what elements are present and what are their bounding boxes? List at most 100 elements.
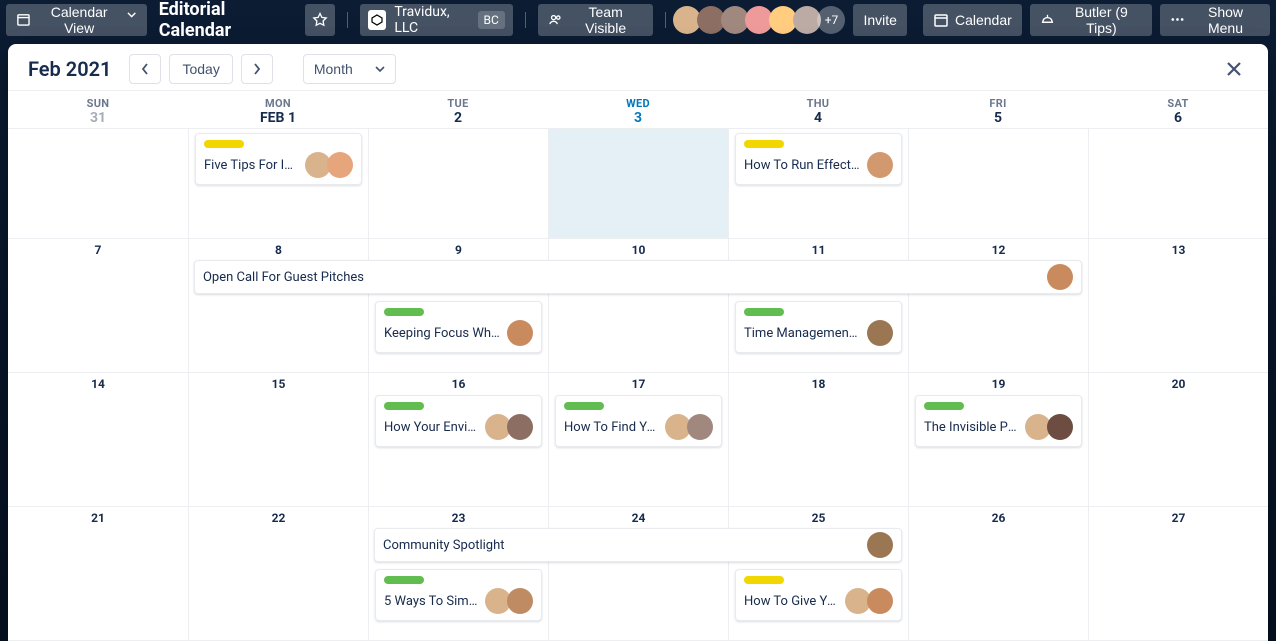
butler-icon: [1040, 12, 1055, 28]
day-cell[interactable]: 17 How To Find You…: [548, 372, 728, 506]
day-cell[interactable]: 9 Keeping Focus While…: [368, 238, 548, 372]
card-members: [665, 414, 713, 440]
day-cell[interactable]: 16 How Your Enviro…: [368, 372, 548, 506]
dow-name: WED: [548, 97, 728, 110]
dow-wed: WED 3: [548, 91, 728, 128]
calendar-card[interactable]: 5 Ways To Simpl…: [375, 569, 542, 621]
day-cell[interactable]: 7: [8, 238, 188, 372]
day-cell[interactable]: 21: [8, 506, 188, 640]
card-label-green: [384, 308, 424, 316]
card-title: How To Run Effective…: [744, 158, 861, 173]
card-label-green: [384, 576, 424, 584]
workspace-chip[interactable]: Travidux, LLC BC: [360, 4, 513, 36]
prev-month-button[interactable]: [129, 54, 161, 84]
close-calendar-button[interactable]: [1216, 55, 1252, 83]
calendar-card[interactable]: How Your Enviro…: [375, 395, 542, 447]
card-title: Community Spotlight: [383, 538, 863, 553]
day-cell[interactable]: How To Run Effective…: [728, 128, 908, 238]
dow-name: THU: [728, 97, 908, 110]
divider: [525, 12, 526, 28]
dow-date: 3: [548, 110, 728, 126]
dow-date: 6: [1088, 110, 1268, 126]
date-number: 25: [729, 511, 908, 525]
dow-header: SUN 31 MON FEB 1 TUE 2 WED 3 THU 4 FRI 5…: [8, 90, 1268, 128]
calendar-powerup-button[interactable]: Calendar: [923, 4, 1022, 36]
dow-date: 2: [368, 110, 548, 126]
day-cell[interactable]: Five Tips For Inb…: [188, 128, 368, 238]
calendar-card[interactable]: Five Tips For Inb…: [195, 133, 362, 185]
calendar-card-span[interactable]: Open Call For Guest Pitches: [194, 260, 1082, 294]
day-cell[interactable]: [368, 128, 548, 238]
day-cell[interactable]: 26: [908, 506, 1088, 640]
date-number: 24: [549, 511, 728, 525]
invite-button[interactable]: Invite: [853, 4, 906, 36]
day-cell[interactable]: 20: [1088, 372, 1268, 506]
avatar-overflow[interactable]: +7: [817, 6, 845, 34]
day-cell[interactable]: 14: [8, 372, 188, 506]
date-number: 14: [8, 377, 188, 391]
card-title: The Invisible Pro…: [924, 420, 1019, 435]
calendar-card[interactable]: How To Run Effective…: [735, 133, 902, 185]
range-select[interactable]: Month: [303, 54, 396, 84]
close-icon: [1224, 59, 1244, 79]
day-cell[interactable]: [908, 128, 1088, 238]
card-label-yellow: [744, 140, 784, 148]
date-number: 15: [189, 377, 368, 391]
calendar-card[interactable]: Time Management Ti…: [735, 301, 902, 353]
calendar-card-span[interactable]: Community Spotlight: [374, 528, 902, 562]
date-number: 16: [369, 377, 548, 391]
calendar-grid: Five Tips For Inb… How To Run Effective……: [8, 128, 1268, 641]
board-title[interactable]: Editorial Calendar: [155, 0, 297, 41]
day-cell[interactable]: 23 5 Ways To Simpl…: [368, 506, 548, 640]
day-cell[interactable]: 25 How To Give Yo…: [728, 506, 908, 640]
today-label: Today: [182, 61, 219, 77]
calendar-view-switcher[interactable]: Calendar View: [6, 4, 147, 36]
card-title: 5 Ways To Simpl…: [384, 594, 479, 609]
member-avatars[interactable]: +7: [677, 6, 845, 34]
dow-fri: FRI 5: [908, 91, 1088, 128]
day-cell[interactable]: 22: [188, 506, 368, 640]
day-cell[interactable]: 24: [548, 506, 728, 640]
day-cell[interactable]: [1088, 128, 1268, 238]
calendar-card[interactable]: Keeping Focus While…: [375, 301, 542, 353]
show-menu-button[interactable]: Show Menu: [1160, 4, 1270, 36]
day-cell[interactable]: 13: [1088, 238, 1268, 372]
invite-label: Invite: [863, 12, 896, 28]
card-title: Keeping Focus While…: [384, 326, 501, 341]
day-cell[interactable]: 10: [548, 238, 728, 372]
calendar-icon: [933, 12, 949, 28]
day-cell[interactable]: 15: [188, 372, 368, 506]
card-members: [305, 152, 353, 178]
day-cell[interactable]: 27: [1088, 506, 1268, 640]
day-cell[interactable]: 19 The Invisible Pro…: [908, 372, 1088, 506]
date-number: 27: [1089, 511, 1268, 525]
calendar-card[interactable]: How To Give Yo…: [735, 569, 902, 621]
day-cell-today[interactable]: [548, 128, 728, 238]
dow-mon: MON FEB 1: [188, 91, 368, 128]
card-label-green: [564, 402, 604, 410]
today-button[interactable]: Today: [169, 54, 232, 84]
day-cell[interactable]: 8: [188, 238, 368, 372]
menu-dots-icon: [1170, 12, 1185, 28]
team-visible-button[interactable]: Team Visible: [538, 4, 653, 36]
day-cell[interactable]: 18: [728, 372, 908, 506]
dow-date: FEB 1: [188, 110, 368, 126]
day-cell[interactable]: [8, 128, 188, 238]
team-visible-label: Team Visible: [569, 4, 643, 36]
bc-chip: BC: [478, 11, 505, 29]
calendar-card[interactable]: How To Find You…: [555, 395, 722, 447]
date-number: 7: [8, 243, 188, 257]
dow-name: TUE: [368, 97, 548, 110]
next-month-button[interactable]: [241, 54, 273, 84]
star-icon: [312, 12, 328, 28]
chevron-down-icon: [375, 66, 385, 72]
day-cell[interactable]: 11 Time Management Ti…: [728, 238, 908, 372]
day-cell[interactable]: 12: [908, 238, 1088, 372]
date-number: 19: [909, 377, 1088, 391]
date-number: 12: [909, 243, 1088, 257]
star-board-button[interactable]: [305, 4, 335, 36]
divider: [347, 12, 348, 28]
butler-button[interactable]: Butler (9 Tips): [1030, 4, 1152, 36]
calendar-card[interactable]: The Invisible Pro…: [915, 395, 1082, 447]
dow-thu: THU 4: [728, 91, 908, 128]
